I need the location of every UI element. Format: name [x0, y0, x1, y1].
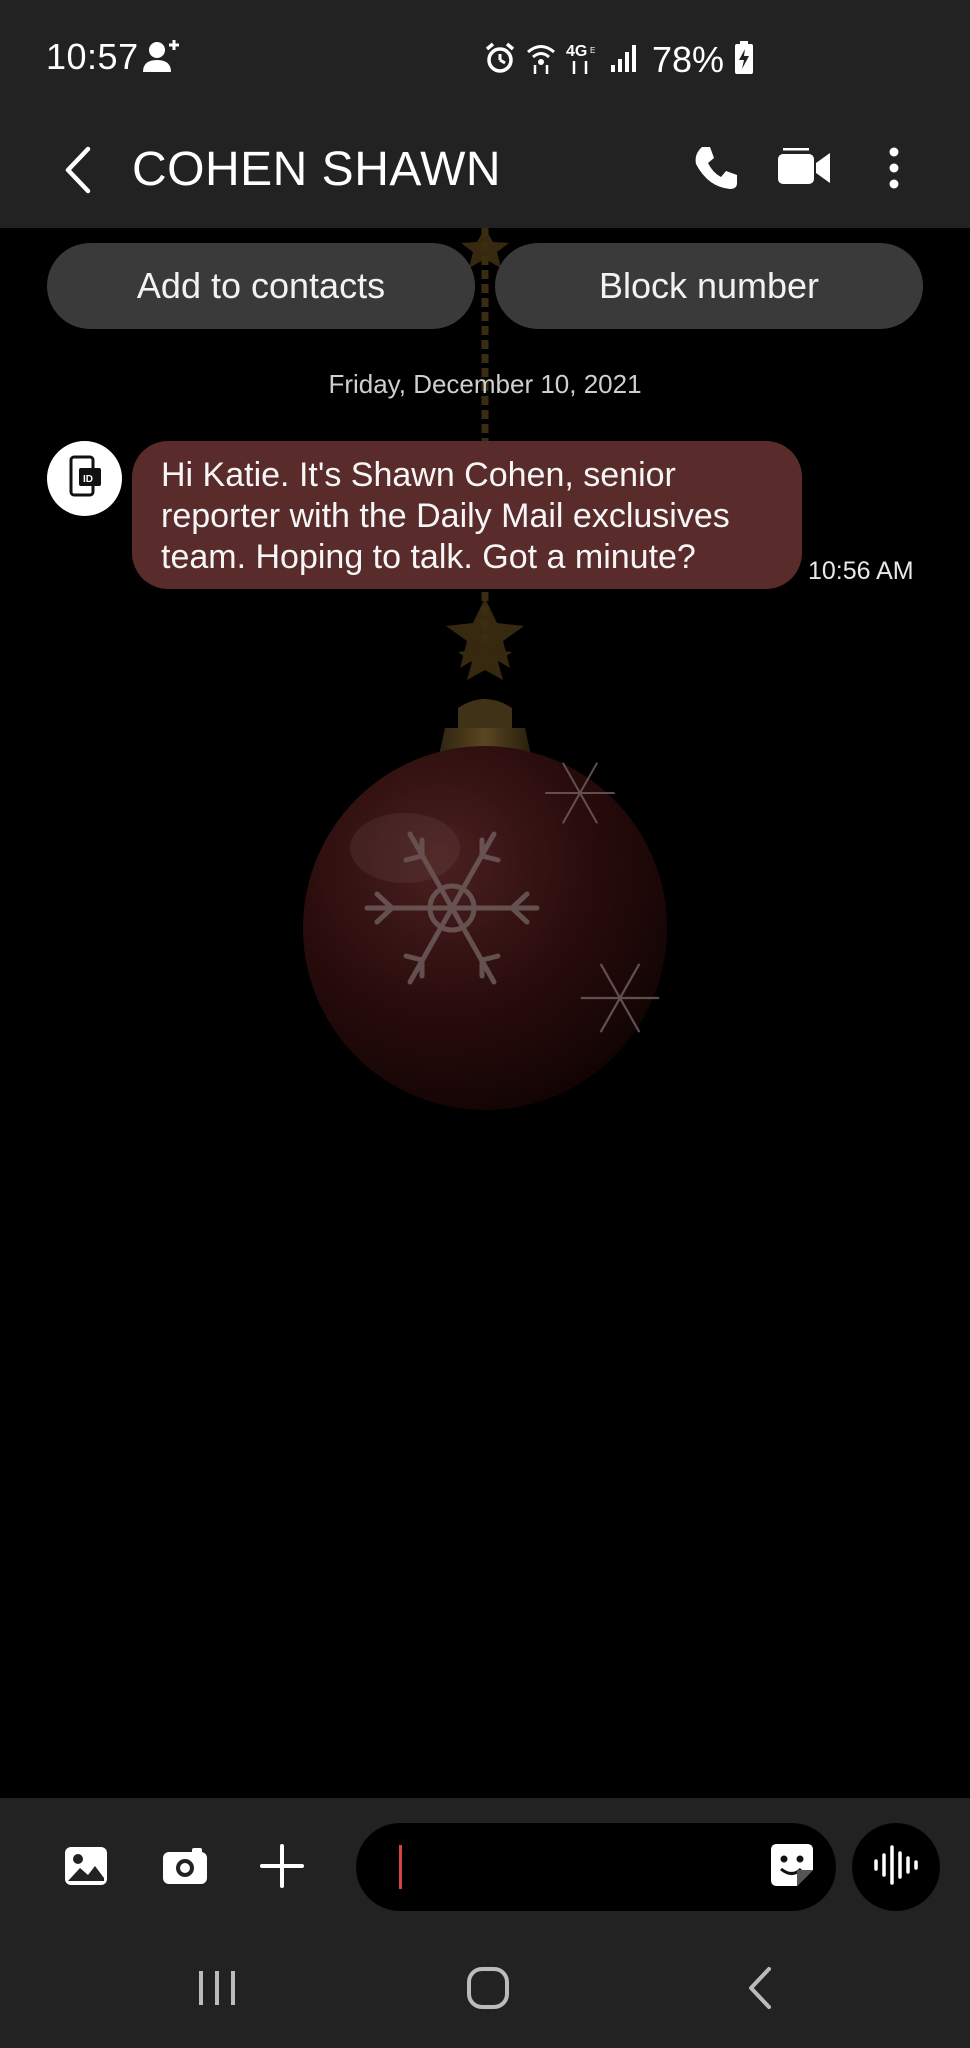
date-separator: Friday, December 10, 2021 — [328, 369, 642, 399]
caller-id-icon: ID — [67, 454, 103, 503]
recent-apps-button[interactable] — [172, 1955, 262, 2025]
voice-call-button[interactable] — [684, 137, 748, 203]
block-number-button[interactable]: Block number — [495, 243, 923, 329]
camera-icon — [162, 1847, 208, 1890]
add-icon — [260, 1843, 304, 1893]
voice-recorder-button[interactable] — [852, 1823, 940, 1911]
attach-button[interactable] — [254, 1840, 310, 1896]
status-time: 10:57 — [46, 36, 139, 77]
nav-back-button[interactable] — [715, 1955, 805, 2025]
incoming-message-bubble[interactable]: Hi Katie. It's Shawn Cohen, senior repor… — [132, 441, 802, 589]
camera-button[interactable] — [157, 1840, 213, 1896]
conversation-header: COHEN SHAWN — [0, 115, 970, 228]
gallery-icon — [64, 1846, 108, 1891]
voice-recorder-icon — [872, 1843, 920, 1892]
message-input[interactable] — [406, 1823, 750, 1913]
messages-screen: 10:57 4G E 78% COHEN SHAWN Add to contac… — [0, 0, 970, 2048]
home-button[interactable] — [443, 1955, 533, 2025]
message-timestamp: 10:56 AM — [808, 557, 914, 585]
back-icon — [63, 145, 93, 200]
message-composer — [0, 1798, 970, 1933]
4g-lte-icon: 4G E — [566, 41, 600, 80]
system-navigation-bar — [0, 1933, 970, 2048]
message-input-box[interactable] — [356, 1823, 836, 1913]
contact-name[interactable]: COHEN SHAWN — [132, 137, 501, 203]
battery-charging-icon — [734, 40, 754, 80]
gallery-button[interactable] — [58, 1840, 114, 1896]
contact-avatar[interactable]: ID — [47, 441, 122, 516]
alarm-icon — [484, 41, 516, 80]
add-to-contacts-button[interactable]: Add to contacts — [47, 243, 475, 329]
text-caret — [399, 1845, 402, 1889]
signal-icon — [610, 43, 640, 78]
person-add-icon — [142, 38, 180, 76]
video-call-button[interactable] — [772, 137, 836, 203]
video-call-icon — [777, 147, 831, 193]
more-icon — [888, 147, 900, 194]
recent-apps-icon — [197, 1969, 237, 2012]
svg-text:ID: ID — [83, 474, 93, 485]
battery-percent: 78% — [652, 39, 725, 80]
back-button[interactable] — [50, 139, 106, 205]
phone-icon — [693, 145, 739, 196]
status-bar: 10:57 4G E 78% — [0, 0, 970, 115]
wifi-icon — [526, 41, 556, 80]
sticker-button[interactable] — [766, 1841, 818, 1893]
svg-text:E: E — [590, 46, 595, 55]
status-icons: 4G E 78% — [484, 38, 754, 82]
home-icon — [466, 1966, 510, 2015]
sticker-icon — [769, 1842, 815, 1893]
svg-text:4G: 4G — [566, 43, 587, 60]
more-options-button[interactable] — [870, 137, 918, 203]
nav-back-icon — [746, 1966, 774, 2015]
